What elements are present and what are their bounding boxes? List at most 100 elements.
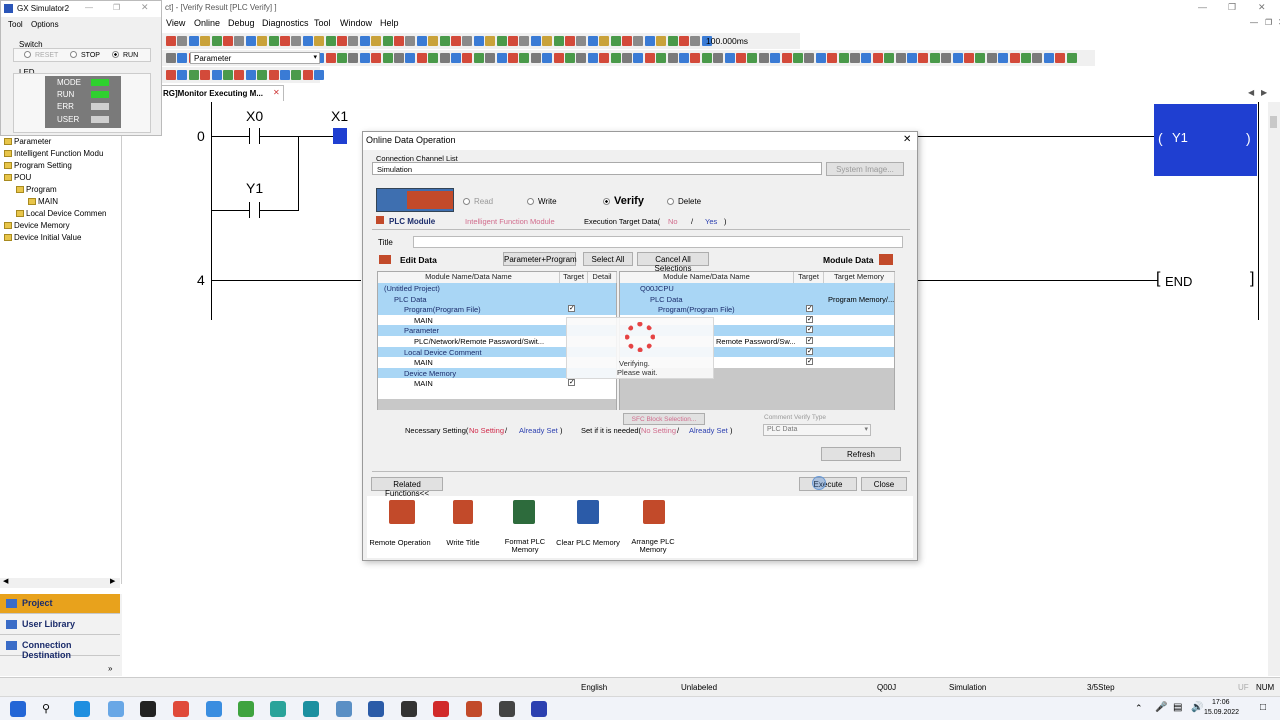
- related-functions-button[interactable]: Related Functions<<: [371, 477, 443, 498]
- scroll-left-icon[interactable]: ◀: [3, 577, 8, 585]
- toolbar-button-icon[interactable]: [1021, 53, 1031, 63]
- toolbar-button-icon[interactable]: [188, 70, 199, 80]
- tree-item[interactable]: MAIN: [28, 197, 58, 206]
- toolbar-button-icon[interactable]: [200, 36, 211, 46]
- toolbar-button-icon[interactable]: [508, 36, 518, 46]
- toolbar-button-icon[interactable]: [599, 53, 610, 63]
- dialog-close-icon[interactable]: ✕: [903, 134, 911, 145]
- toolbar-button-icon[interactable]: [211, 70, 222, 80]
- toolbar-button-icon[interactable]: [690, 53, 701, 63]
- toolbar-button-icon[interactable]: [405, 53, 416, 63]
- table-row[interactable]: Program(Program File) ✓: [378, 304, 616, 315]
- toolbar-button-icon[interactable]: [394, 36, 404, 46]
- nav-panel-user-library[interactable]: User Library: [0, 615, 120, 635]
- toolbar-button-icon[interactable]: [519, 53, 530, 63]
- toolbar-button-icon[interactable]: [587, 36, 598, 46]
- close-button[interactable]: Close: [861, 477, 907, 491]
- toolbar-button-icon[interactable]: [542, 36, 553, 46]
- write-title-item[interactable]: Write Title: [433, 500, 493, 556]
- tree-item[interactable]: Device Memory: [4, 221, 70, 230]
- nav-panel-connection-destination[interactable]: Connection Destination: [0, 636, 120, 660]
- target-checkbox[interactable]: ✓: [806, 347, 813, 355]
- toolbar-button-icon[interactable]: [713, 53, 724, 63]
- toolbar-button-icon[interactable]: [337, 53, 347, 63]
- toolbar-button-icon[interactable]: [530, 53, 541, 63]
- table-row[interactable]: Q00JCPU: [620, 283, 894, 294]
- toolbar-button-icon[interactable]: [245, 36, 256, 46]
- toolbar-button-icon[interactable]: [177, 36, 188, 46]
- toolbar-button-icon[interactable]: [952, 53, 963, 63]
- toolbar-button-icon[interactable]: [348, 36, 359, 46]
- toolbar-button-icon[interactable]: [1066, 53, 1077, 63]
- clear-plc-memory-item[interactable]: Clear PLC Memory: [555, 500, 621, 556]
- target-checkbox[interactable]: ✓: [568, 305, 575, 313]
- app-icon-3[interactable]: [336, 701, 352, 717]
- toolbar-button-icon[interactable]: [234, 70, 245, 80]
- toolbar-button-icon[interactable]: [827, 53, 838, 63]
- panel-expand-icon[interactable]: »: [108, 664, 112, 673]
- toolbar-button-icon[interactable]: [758, 53, 769, 63]
- toolbar-button-icon[interactable]: [610, 36, 621, 46]
- toolbar-button-icon[interactable]: [1043, 53, 1054, 63]
- coil-y1-on[interactable]: ( Y1 ): [1154, 104, 1257, 176]
- start-icon[interactable]: [10, 701, 26, 717]
- toolbar-button-icon[interactable]: [302, 70, 313, 80]
- toolbar-button-icon[interactable]: [451, 53, 461, 63]
- tab-scroll-left-icon[interactable]: ◀: [1248, 88, 1254, 97]
- toolbar-button-icon[interactable]: [451, 36, 461, 46]
- simulator-menu-tool[interactable]: Tool: [8, 20, 23, 29]
- restore-icon[interactable]: ❐: [1228, 2, 1236, 13]
- toolbar-button-icon[interactable]: [188, 36, 199, 46]
- target-checkbox[interactable]: ✓: [806, 337, 813, 344]
- toolbar-button-icon[interactable]: [508, 53, 518, 63]
- target-checkbox[interactable]: ✓: [806, 358, 813, 366]
- title-input[interactable]: [413, 236, 903, 248]
- gx-works-icon[interactable]: [466, 701, 482, 717]
- toolbar-button-icon[interactable]: [382, 53, 393, 63]
- nav-panel-project[interactable]: Project: [0, 594, 120, 614]
- app-t-icon[interactable]: [433, 701, 449, 717]
- end-instruction[interactable]: END: [1165, 274, 1192, 289]
- toolbar-button-icon[interactable]: [416, 36, 427, 46]
- menu-window[interactable]: Window: [340, 18, 372, 28]
- toolbar-button-icon[interactable]: [964, 53, 974, 63]
- tree-item[interactable]: Device Initial Value: [4, 233, 81, 242]
- edge-icon[interactable]: [74, 701, 90, 717]
- remote-operation-item[interactable]: Remote Operation: [367, 500, 433, 556]
- toolbar-button-icon[interactable]: [257, 70, 268, 80]
- tray-mic-icon[interactable]: 🎤: [1155, 702, 1167, 713]
- toolbar-button-icon[interactable]: [337, 36, 347, 46]
- toolbar-button-icon[interactable]: [553, 36, 564, 46]
- toolbar-button-icon[interactable]: [679, 53, 689, 63]
- toolbar-button-icon[interactable]: [359, 36, 370, 46]
- switch-stop[interactable]: STOP: [70, 51, 100, 59]
- toolbar-button-icon[interactable]: [439, 53, 450, 63]
- toolbar-button-icon[interactable]: [633, 53, 644, 63]
- op-write[interactable]: Write: [527, 197, 557, 206]
- toolbar-button-icon[interactable]: [394, 53, 404, 63]
- minimize-icon[interactable]: —: [1198, 2, 1207, 12]
- toolbar-button-icon[interactable]: [200, 70, 211, 80]
- op-delete[interactable]: Delete: [667, 197, 701, 206]
- toolbar-button-icon[interactable]: [1032, 53, 1043, 63]
- toolbar-button-icon[interactable]: [599, 36, 610, 46]
- tree-item[interactable]: Intelligent Function Modu: [4, 149, 103, 158]
- toolbar-button-icon[interactable]: [348, 53, 359, 63]
- tree-item[interactable]: Parameter: [4, 137, 51, 146]
- tree-item[interactable]: Program Setting: [4, 161, 72, 170]
- tree-item[interactable]: Program: [16, 185, 57, 194]
- search-icon[interactable]: ⚲: [42, 702, 50, 715]
- toolbar-button-icon[interactable]: [325, 53, 336, 63]
- toolbar-button-icon[interactable]: [439, 36, 450, 46]
- toolbar-button-icon[interactable]: [280, 70, 290, 80]
- toolbar-button-icon[interactable]: [884, 53, 895, 63]
- tab-plc-module[interactable]: PLC Module: [372, 214, 452, 228]
- toolbar-button-icon[interactable]: [872, 53, 883, 63]
- switch-reset[interactable]: RESET: [24, 51, 58, 59]
- target-checkbox[interactable]: ✓: [806, 315, 813, 323]
- simulator-maximize-icon[interactable]: ❐: [113, 3, 120, 12]
- toolbar-button-icon[interactable]: [986, 53, 997, 63]
- toolbar-button-icon[interactable]: [268, 36, 279, 46]
- tree-item[interactable]: Local Device Commen: [16, 209, 106, 218]
- toolbar-button-icon[interactable]: [314, 70, 325, 80]
